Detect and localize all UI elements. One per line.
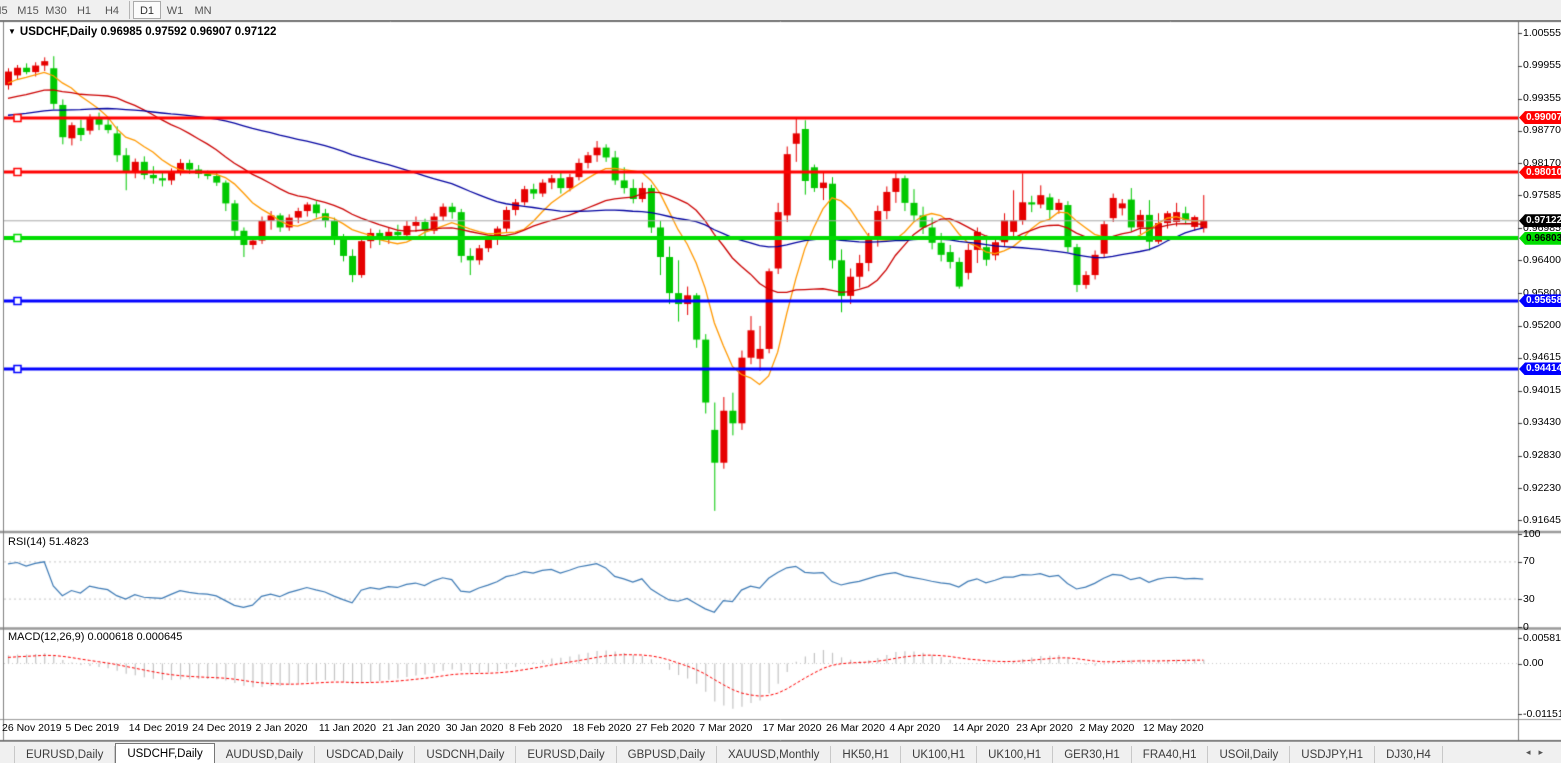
timeframe-button-h1[interactable]: H1 bbox=[70, 1, 98, 19]
timeframe-button-m30[interactable]: M30 bbox=[42, 1, 70, 19]
chart-canvas[interactable] bbox=[0, 0, 1561, 763]
chart-tab-hk50-h1[interactable]: HK50,H1 bbox=[831, 746, 902, 763]
timeframe-toolbar: M5M15M30H1H4 D1W1MN bbox=[0, 0, 1561, 21]
chart-tab-dj30-h4[interactable]: DJ30,H4 bbox=[1375, 746, 1443, 763]
chart-tab-fra40-h1[interactable]: FRA40,H1 bbox=[1132, 746, 1209, 763]
timeframe-buttons: M5M15M30H1H4 D1W1MN bbox=[0, 1, 217, 19]
chart-tab-eurusd-daily[interactable]: EURUSD,Daily bbox=[14, 746, 116, 763]
timeframe-button-w1[interactable]: W1 bbox=[161, 1, 189, 19]
timeframe-button-h4[interactable]: H4 bbox=[98, 1, 126, 19]
chart-tab-bar: EURUSD,Daily USDCHF,Daily AUDUSD,Daily USDC… bbox=[0, 741, 1561, 763]
chart-tab-xauusd-monthly[interactable]: XAUUSD,Monthly bbox=[717, 746, 832, 763]
chart-tab-uk100-h1[interactable]: UK100,H1 bbox=[977, 746, 1054, 763]
chart-tab-ger30-h1[interactable]: GER30,H1 bbox=[1053, 746, 1132, 763]
chart-tab-usdcnh-daily[interactable]: USDCNH,Daily bbox=[415, 746, 517, 763]
chart-tab-usoil-daily[interactable]: USOil,Daily bbox=[1208, 746, 1291, 763]
timeframe-button-mn[interactable]: MN bbox=[189, 1, 217, 19]
chart-tab-uk100-h1[interactable]: UK100,H1 bbox=[901, 746, 978, 763]
timeframe-button-m5[interactable]: M5 bbox=[0, 1, 14, 19]
timeframe-button-m15[interactable]: M15 bbox=[14, 1, 42, 19]
chart-tab-gbpusd-daily[interactable]: GBPUSD,Daily bbox=[617, 746, 717, 763]
chart-tab-audusd-daily[interactable]: AUDUSD,Daily bbox=[215, 746, 316, 763]
chart-tab-usdchf-daily[interactable]: USDCHF,Daily bbox=[115, 743, 215, 763]
tab-scroll-arrows[interactable]: ◂▸ bbox=[1526, 747, 1551, 758]
chart-tab-usdcad-daily[interactable]: USDCAD,Daily bbox=[315, 746, 416, 763]
timeframe-button-d1[interactable]: D1 bbox=[133, 1, 161, 19]
toolbar-separator bbox=[129, 1, 130, 19]
mt4-window: M5M15M30H1H4D1W1MN ▼USDCHF,Daily 0.96985… bbox=[0, 0, 1561, 763]
chart-tab-usdjpy-h1[interactable]: USDJPY,H1 bbox=[1290, 746, 1376, 763]
chart-tab-eurusd-daily[interactable]: EURUSD,Daily bbox=[516, 746, 617, 763]
